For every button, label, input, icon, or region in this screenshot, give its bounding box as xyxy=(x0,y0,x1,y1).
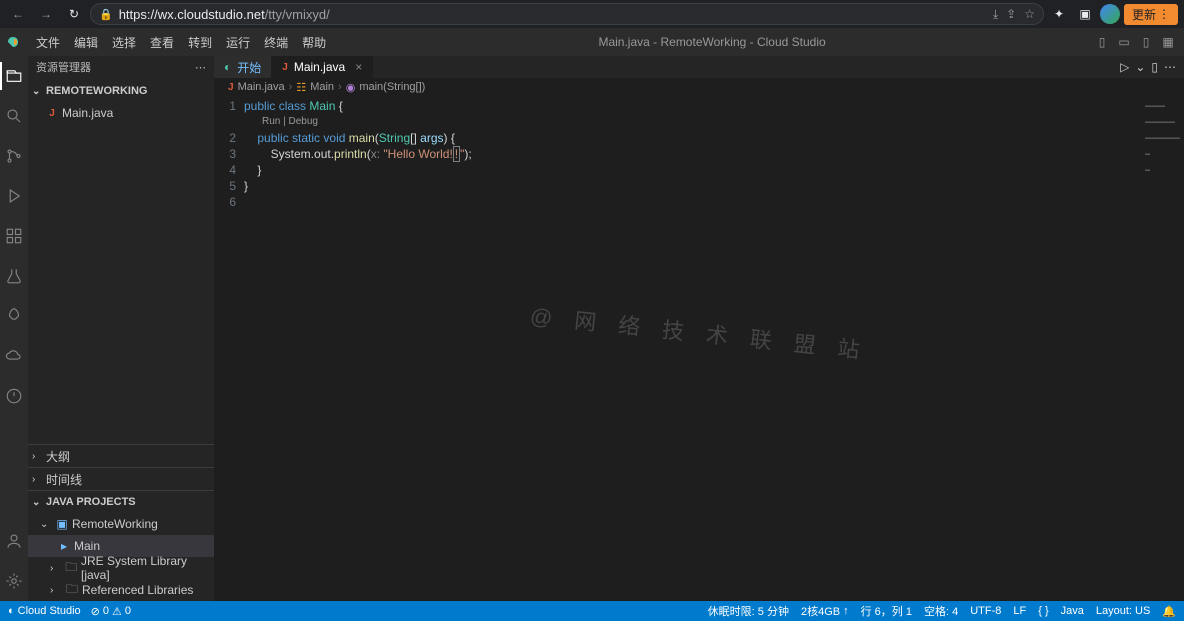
status-cloud[interactable]: ◐ Cloud Studio xyxy=(8,605,81,617)
run-button[interactable]: ▷ xyxy=(1120,60,1129,74)
url-text: https://wx.cloudstudio.net/tty/vmixyd/ xyxy=(119,7,987,22)
extensions-view-icon[interactable] xyxy=(0,222,28,250)
more-icon[interactable]: ⋯ xyxy=(195,61,206,74)
menu-view[interactable]: 查看 xyxy=(144,32,180,53)
lock-icon: 🔒 xyxy=(99,8,113,21)
address-bar[interactable]: 🔒 https://wx.cloudstudio.net/tty/vmixyd/… xyxy=(90,3,1044,25)
activity-bar xyxy=(0,56,28,601)
layout-primary-icon[interactable]: ▯ xyxy=(1092,35,1112,49)
menu-selection[interactable]: 选择 xyxy=(106,32,142,53)
reload-button[interactable]: ↻ xyxy=(62,2,86,26)
layout-secondary-icon[interactable]: ▯ xyxy=(1136,35,1156,49)
code-content[interactable]: public class Main { Run | Debug public s… xyxy=(244,96,472,601)
back-button[interactable]: ← xyxy=(6,2,30,26)
status-bar: ◐ Cloud Studio ⊘ 0 ⚠ 0 休眠时限: 5 分钟 2核4GB … xyxy=(0,601,1184,621)
testing-icon[interactable] xyxy=(0,262,28,290)
menu-file[interactable]: 文件 xyxy=(30,32,66,53)
status-layout[interactable]: Layout: US xyxy=(1096,605,1150,617)
forward-button[interactable]: → xyxy=(34,2,58,26)
code-editor[interactable]: 123456 public class Main { Run | Debug p… xyxy=(214,96,1184,601)
bookmark-icon[interactable]: ☆ xyxy=(1024,7,1035,21)
panel-icon[interactable]: ▣ xyxy=(1074,3,1096,25)
app-logo-icon[interactable] xyxy=(0,34,28,50)
breadcrumb[interactable]: JMain.java › ☷Main › ◉main(String[]) xyxy=(214,78,1184,96)
cloud-icon[interactable] xyxy=(0,342,28,370)
power-icon[interactable] xyxy=(0,382,28,410)
line-numbers: 123456 xyxy=(214,96,244,601)
profile-avatar[interactable] xyxy=(1100,4,1120,24)
menu-bar: 文件 编辑 选择 查看 转到 运行 终端 帮助 xyxy=(28,32,332,53)
layout-panel-icon[interactable]: ▭ xyxy=(1114,35,1134,49)
browser-chrome: ← → ↻ 🔒 https://wx.cloudstudio.net/tty/v… xyxy=(0,0,1184,28)
notifications-icon[interactable]: 🔔 xyxy=(1162,605,1176,618)
timeline-section[interactable]: ›时间线 xyxy=(28,468,214,490)
status-encoding[interactable]: UTF-8 xyxy=(970,605,1001,617)
tab-start[interactable]: ◐开始 xyxy=(214,56,272,78)
debug-icon[interactable] xyxy=(0,182,28,210)
title-bar: 文件 编辑 选择 查看 转到 运行 终端 帮助 Main.java - Remo… xyxy=(0,28,1184,56)
status-indent[interactable]: 空格: 4 xyxy=(924,603,958,619)
layout-customize-icon[interactable]: ▦ xyxy=(1158,35,1178,49)
source-control-icon[interactable] xyxy=(0,142,28,170)
update-button[interactable]: 更新⋮ xyxy=(1124,4,1178,25)
file-main-java[interactable]: JMain.java xyxy=(28,102,214,124)
editor-area: ◐开始 JMain.java× ▷ ⌄ ▯ ⋯ JMain.java › ☷Ma… xyxy=(214,56,1184,601)
minimap[interactable]: ▬▬▬▬ ▬▬▬▬▬▬ ▬▬▬▬▬▬▬ ▬ ▬ xyxy=(1114,96,1184,601)
jp-root[interactable]: ⌄▣RemoteWorking xyxy=(28,513,214,535)
status-sleep[interactable]: 休眠时限: 5 分钟 xyxy=(708,603,789,619)
menu-run[interactable]: 运行 xyxy=(220,32,256,53)
explorer-icon[interactable] xyxy=(0,62,28,90)
jp-ref[interactable]: ›🗀Referenced Libraries xyxy=(28,579,214,601)
more-actions-icon[interactable]: ⋯ xyxy=(1164,60,1176,74)
status-cursor[interactable]: 行 6，列 1 xyxy=(861,603,912,619)
folder-root[interactable]: ⌄REMOTEWORKING xyxy=(28,80,214,102)
window-title: Main.java - RemoteWorking - Cloud Studio xyxy=(332,35,1092,49)
menu-help[interactable]: 帮助 xyxy=(296,32,332,53)
status-brackets[interactable]: { } xyxy=(1038,605,1048,617)
codelens[interactable]: Run | Debug xyxy=(244,114,472,130)
gear-icon[interactable] xyxy=(0,567,28,595)
sidebar: 资源管理器 ⋯ ⌄REMOTEWORKING JMain.java ›大纲 ›时… xyxy=(28,56,214,601)
status-lang[interactable]: Java xyxy=(1061,605,1084,617)
share-icon[interactable]: ⇪ xyxy=(1006,7,1016,21)
status-eol[interactable]: LF xyxy=(1013,605,1026,617)
status-problems[interactable]: ⊘ 0 ⚠ 0 xyxy=(91,605,131,618)
status-specs[interactable]: 2核4GB ↑ xyxy=(801,603,849,619)
install-app-icon[interactable]: ⤓ xyxy=(993,7,998,22)
extensions-icon[interactable]: ✦ xyxy=(1048,3,1070,25)
menu-go[interactable]: 转到 xyxy=(182,32,218,53)
tab-bar: ◐开始 JMain.java× ▷ ⌄ ▯ ⋯ xyxy=(214,56,1184,78)
menu-terminal[interactable]: 终端 xyxy=(258,32,294,53)
menu-edit[interactable]: 编辑 xyxy=(68,32,104,53)
run-dropdown-icon[interactable]: ⌄ xyxy=(1135,60,1145,74)
account-icon[interactable] xyxy=(0,527,28,555)
close-icon[interactable]: × xyxy=(355,60,362,74)
sidebar-header: 资源管理器 ⋯ xyxy=(28,56,214,78)
rocket-icon[interactable] xyxy=(0,302,28,330)
java-projects-section[interactable]: ⌄JAVA PROJECTS xyxy=(28,491,214,513)
split-editor-icon[interactable]: ▯ xyxy=(1151,60,1158,74)
tab-main-java[interactable]: JMain.java× xyxy=(272,56,373,78)
outline-section[interactable]: ›大纲 xyxy=(28,445,214,467)
jp-jre[interactable]: ›🗀JRE System Library [java] xyxy=(28,557,214,579)
search-icon[interactable] xyxy=(0,102,28,130)
